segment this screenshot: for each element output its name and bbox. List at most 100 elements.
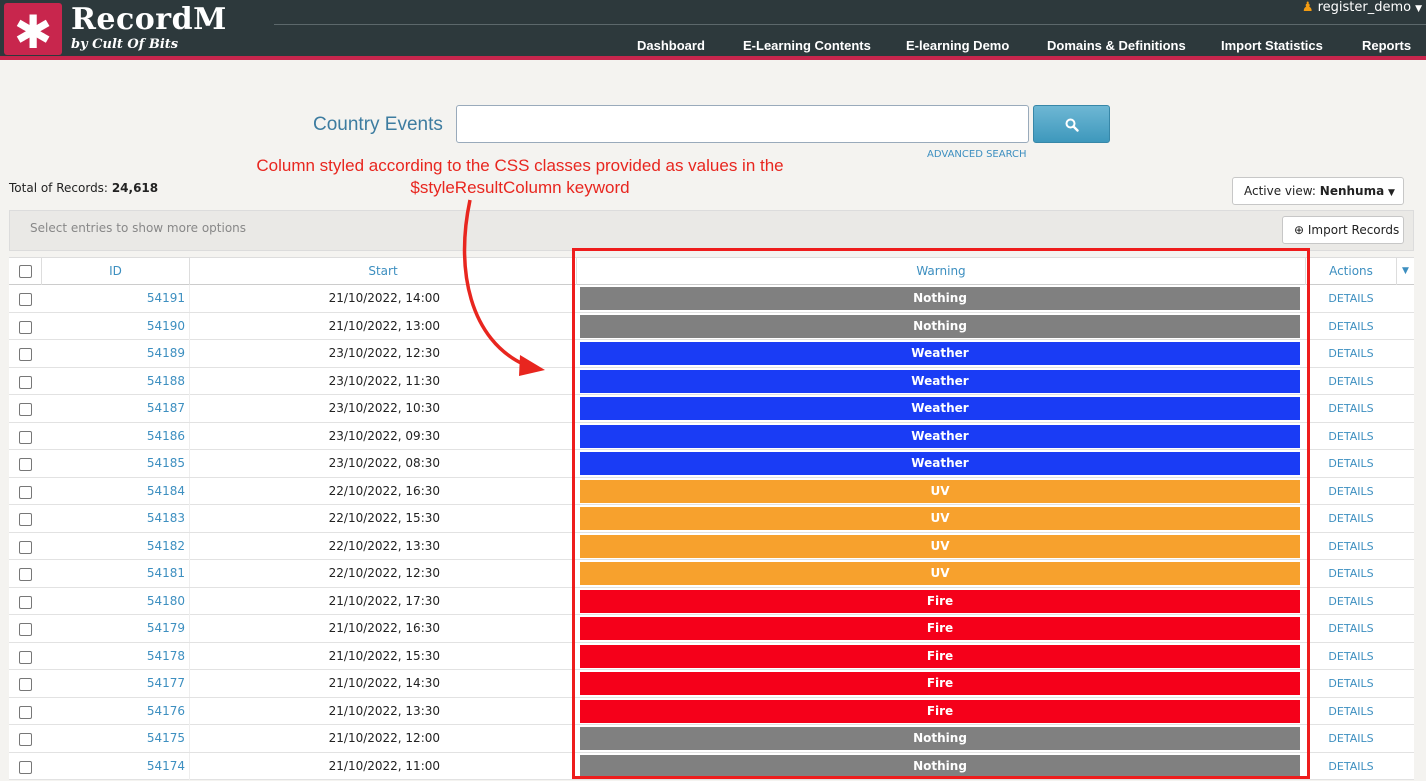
row-checkbox[interactable] (19, 293, 32, 306)
row-checkbox[interactable] (19, 458, 32, 471)
table-row[interactable]: 54176 21/10/2022, 13:30 Fire DETAILS (9, 697, 1414, 725)
search-button[interactable] (1033, 105, 1110, 143)
record-id-link[interactable]: 54182 (42, 532, 190, 560)
details-link[interactable]: DETAILS (1306, 540, 1396, 553)
table-row[interactable]: 54183 22/10/2022, 15:30 UV DETAILS (9, 505, 1414, 533)
record-id-link[interactable]: 54189 (42, 340, 190, 367)
warning-badge: Nothing (580, 287, 1300, 310)
row-checkbox[interactable] (19, 650, 32, 664)
row-checkbox[interactable] (19, 485, 32, 499)
column-header-id[interactable]: ID (42, 258, 190, 285)
row-checkbox[interactable] (19, 568, 32, 581)
nav-e-learning-contents[interactable]: E-Learning Contents (743, 38, 871, 53)
record-id-link[interactable]: 54176 (42, 697, 190, 725)
nav-dashboard[interactable]: Dashboard (637, 38, 705, 53)
import-records-button[interactable]: ⊕ Import Records (1282, 216, 1404, 244)
record-id-link[interactable]: 54181 (42, 560, 190, 587)
table-row[interactable]: 54174 21/10/2022, 11:00 Nothing DETAILS (9, 752, 1414, 780)
table-row[interactable]: 54184 22/10/2022, 16:30 UV DETAILS (9, 477, 1414, 505)
record-id-link[interactable]: 54178 (42, 642, 190, 670)
row-checkbox[interactable] (19, 403, 32, 416)
details-link[interactable]: DETAILS (1306, 705, 1396, 718)
row-checkbox[interactable] (19, 733, 32, 746)
search-input[interactable] (456, 105, 1029, 143)
table-row[interactable]: 54178 21/10/2022, 15:30 Fire DETAILS (9, 642, 1414, 670)
details-link[interactable]: DETAILS (1306, 732, 1396, 745)
caret-down-icon: ▼ (1415, 4, 1422, 14)
record-id-link[interactable]: 54184 (42, 477, 190, 505)
row-checkbox[interactable] (19, 540, 32, 554)
table-row[interactable]: 54179 21/10/2022, 16:30 Fire DETAILS (9, 615, 1414, 643)
record-id-link[interactable]: 54183 (42, 505, 190, 532)
start-cell: 21/10/2022, 16:30 (328, 621, 440, 635)
column-header-warning[interactable]: Warning (577, 258, 1306, 285)
record-id-link[interactable]: 54179 (42, 615, 190, 642)
row-checkbox[interactable] (19, 513, 32, 526)
table-row[interactable]: 54181 22/10/2022, 12:30 UV DETAILS (9, 560, 1414, 588)
record-id-link[interactable]: 54186 (42, 422, 190, 450)
nav-reports[interactable]: Reports (1362, 38, 1411, 53)
details-link[interactable]: DETAILS (1306, 760, 1396, 773)
table-header: ID Start Warning Actions ▼ (9, 257, 1414, 285)
row-checkbox[interactable] (19, 705, 32, 719)
record-id-link[interactable]: 54177 (42, 670, 190, 697)
table-row[interactable]: 54189 23/10/2022, 12:30 Weather DETAILS (9, 340, 1414, 368)
table-row[interactable]: 54186 23/10/2022, 09:30 Weather DETAILS (9, 422, 1414, 450)
record-id-link[interactable]: 54187 (42, 395, 190, 422)
record-id-link[interactable]: 54174 (42, 752, 190, 780)
details-link[interactable]: DETAILS (1306, 402, 1396, 415)
row-checkbox[interactable] (19, 430, 32, 444)
table-row[interactable]: 54191 21/10/2022, 14:00 Nothing DETAILS (9, 285, 1414, 313)
record-id-link[interactable]: 54188 (42, 367, 190, 395)
details-link[interactable]: DETAILS (1306, 512, 1396, 525)
record-id-link[interactable]: 54190 (42, 312, 190, 340)
details-link[interactable]: DETAILS (1306, 622, 1396, 635)
start-cell: 23/10/2022, 12:30 (328, 346, 440, 360)
column-header-start[interactable]: Start (190, 258, 577, 285)
details-link[interactable]: DETAILS (1306, 677, 1396, 690)
details-link[interactable]: DETAILS (1306, 650, 1396, 663)
user-menu[interactable]: ♟ register_demo ▼ (1302, 0, 1422, 15)
row-checkbox[interactable] (19, 348, 32, 361)
table-row[interactable]: 54177 21/10/2022, 14:30 Fire DETAILS (9, 670, 1414, 698)
details-link[interactable]: DETAILS (1306, 292, 1396, 305)
warning-badge: Fire (580, 617, 1300, 640)
row-checkbox[interactable] (19, 678, 32, 691)
record-id-link[interactable]: 54175 (42, 725, 190, 752)
active-view-dropdown[interactable]: Active view: Nenhuma ▼ (1232, 177, 1404, 205)
row-checkbox[interactable] (19, 760, 32, 774)
details-link[interactable]: DETAILS (1306, 347, 1396, 360)
details-link[interactable]: DETAILS (1306, 375, 1396, 388)
table-row[interactable]: 54180 21/10/2022, 17:30 Fire DETAILS (9, 587, 1414, 615)
table-row[interactable]: 54182 22/10/2022, 13:30 UV DETAILS (9, 532, 1414, 560)
table-row[interactable]: 54175 21/10/2022, 12:00 Nothing DETAILS (9, 725, 1414, 753)
table-row[interactable]: 54190 21/10/2022, 13:00 Nothing DETAILS (9, 312, 1414, 340)
record-id-link[interactable]: 54191 (42, 285, 190, 312)
columns-menu-caret-icon[interactable]: ▼ (1396, 258, 1414, 285)
logo[interactable]: ✱ (4, 3, 62, 59)
details-link[interactable]: DETAILS (1306, 457, 1396, 470)
import-label: Import Records (1307, 223, 1400, 237)
user-name: register_demo (1317, 0, 1412, 15)
nav-e-learning-demo[interactable]: E-learning Demo (906, 38, 1009, 53)
select-all-checkbox[interactable] (19, 265, 32, 278)
column-header-actions: Actions (1329, 264, 1373, 278)
details-link[interactable]: DETAILS (1306, 567, 1396, 580)
table-row[interactable]: 54187 23/10/2022, 10:30 Weather DETAILS (9, 395, 1414, 423)
details-link[interactable]: DETAILS (1306, 430, 1396, 443)
nav-import-statistics[interactable]: Import Statistics (1221, 38, 1323, 53)
nav-domains-definitions[interactable]: Domains & Definitions (1047, 38, 1186, 53)
advanced-search-link[interactable]: ADVANCED SEARCH (927, 149, 1027, 160)
details-link[interactable]: DETAILS (1306, 320, 1396, 333)
row-checkbox[interactable] (19, 623, 32, 636)
record-id-link[interactable]: 54185 (42, 450, 190, 477)
record-id-link[interactable]: 54180 (42, 587, 190, 615)
table-row[interactable]: 54188 23/10/2022, 11:30 Weather DETAILS (9, 367, 1414, 395)
annotation-line-1: Column styled according to the CSS class… (256, 156, 784, 175)
details-link[interactable]: DETAILS (1306, 595, 1396, 608)
table-row[interactable]: 54185 23/10/2022, 08:30 Weather DETAILS (9, 450, 1414, 478)
row-checkbox[interactable] (19, 595, 32, 609)
row-checkbox[interactable] (19, 375, 32, 389)
row-checkbox[interactable] (19, 320, 32, 334)
details-link[interactable]: DETAILS (1306, 485, 1396, 498)
